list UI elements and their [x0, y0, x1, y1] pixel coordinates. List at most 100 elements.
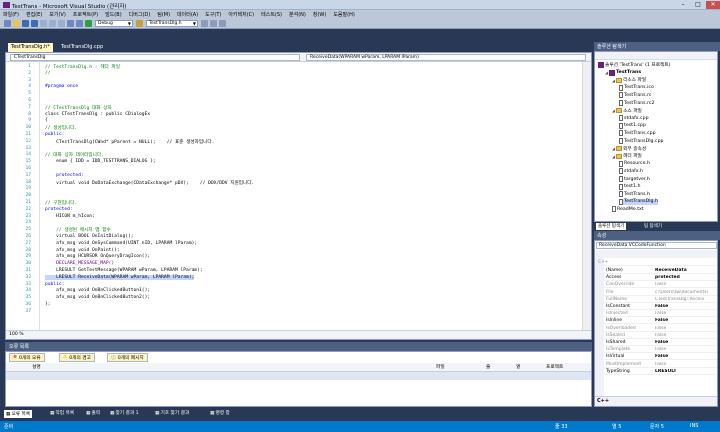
tree-node[interactable]: TestTransDlg.h	[619, 198, 658, 205]
zoom-level[interactable]: 100 %	[9, 332, 24, 337]
code-line[interactable]: // 구현입니다.	[45, 200, 77, 206]
toolbox-icon[interactable]	[219, 19, 226, 27]
code-line[interactable]: afx_msg void OnPaint();	[45, 248, 120, 253]
code-line[interactable]: {	[45, 118, 48, 123]
tree-node[interactable]: test1.h	[619, 183, 640, 190]
code-line[interactable]: afx_msg void OnSysCommand(UINT nID, LPAR…	[45, 241, 197, 246]
find-in-files-icon[interactable]	[136, 19, 143, 27]
property-row[interactable]: IsConstant False	[595, 303, 717, 310]
tree-node[interactable]: stdafx.cpp	[619, 115, 649, 122]
solution-explorer-icon[interactable]	[201, 19, 208, 27]
property-row[interactable]: MustImplement False	[595, 361, 717, 368]
properties-icon[interactable]	[210, 19, 217, 27]
open-file-icon[interactable]	[13, 19, 20, 27]
tab-testtransdlg-h[interactable]: TestTransDlg.h*	[8, 43, 53, 52]
code-line[interactable]: // 생성된 메시지 맵 함수	[45, 227, 111, 233]
errors-filter-button[interactable]: ⊗ 0개의 오류	[9, 353, 45, 362]
code-line[interactable]: };	[45, 302, 51, 307]
property-value[interactable]: False	[655, 362, 717, 367]
code-line[interactable]: // 대화 상자 데이터입니다.	[45, 152, 104, 158]
menu-help[interactable]: 도움말(H)	[333, 11, 354, 18]
tab-team-explorer[interactable]: 팀 탐색기	[642, 223, 664, 230]
property-value[interactable]: False	[655, 347, 717, 352]
property-value[interactable]: CTestTransDlg::Receiv	[655, 297, 717, 302]
new-project-icon[interactable]	[4, 19, 11, 27]
property-row[interactable]: IsTemplate False	[595, 346, 717, 354]
tab-solution-explorer[interactable]: 솔루션 탐색기	[596, 223, 627, 230]
property-row[interactable]: CanOverride False	[595, 281, 717, 289]
menu-view[interactable]: 보기(V)	[49, 11, 66, 18]
menu-data[interactable]: 데이터(A)	[177, 11, 198, 18]
tree-node[interactable]: TestTrans.h	[619, 191, 650, 198]
solution-config-select[interactable]: Debug ▼	[95, 19, 133, 27]
code-line[interactable]: enum { IDD = IDD_TESTTRANS_DIALOG };	[45, 159, 156, 164]
maximize-button[interactable]: □	[691, 1, 705, 9]
column-line[interactable]: 줄	[486, 364, 490, 370]
save-all-icon[interactable]	[31, 19, 38, 27]
tree-node[interactable]: test1.cpp	[619, 122, 646, 129]
expand-arrow-icon[interactable]: ◢	[612, 146, 615, 151]
property-row[interactable]: File c:\Users\tw\documents\	[595, 289, 717, 296]
property-value[interactable]: False	[655, 304, 717, 309]
tab-error-list[interactable]: ▦ 오류 목록	[4, 410, 33, 418]
cut-icon[interactable]	[40, 19, 47, 27]
menu-analyze[interactable]: 분석(N)	[289, 11, 306, 18]
property-row[interactable]: FullName CTestTransDlg::Receiv	[595, 296, 717, 303]
code-editor[interactable]: CTestTransDlg ReceiveData(WPARAM wParam,…	[5, 52, 592, 340]
tree-node[interactable]: ReadMe.txt	[612, 206, 644, 213]
code-line[interactable]: // TestTransDlg.h : 헤더 파일	[45, 64, 120, 70]
tree-node[interactable]: TestTrans.ico	[619, 84, 654, 91]
property-value[interactable]: False	[655, 354, 717, 359]
minimize-button[interactable]: –	[676, 1, 690, 9]
menu-window[interactable]: 창(W)	[313, 11, 326, 18]
vertical-scrollbar[interactable]	[582, 62, 591, 331]
horizontal-scrollbar[interactable]: 100 %	[6, 330, 591, 339]
property-value[interactable]: ReceiveData	[655, 268, 717, 273]
code-line[interactable]: // 생성입니다.	[45, 125, 77, 131]
menu-tools[interactable]: 도구(T)	[205, 11, 221, 18]
column-project[interactable]: 프로젝트	[546, 364, 563, 370]
warnings-filter-button[interactable]: ⚠ 0개의 경고	[59, 353, 95, 362]
tree-node[interactable]: Resource.h	[619, 160, 650, 167]
property-value[interactable]: False	[655, 333, 717, 338]
property-row[interactable]: IsOverloaded False	[595, 325, 717, 332]
menu-test[interactable]: 테스트(S)	[261, 11, 282, 18]
tree-node[interactable]: TestTrans.rc2	[619, 100, 655, 106]
property-value[interactable]: False	[655, 311, 717, 316]
copy-icon[interactable]	[49, 19, 56, 27]
member-select[interactable]: ReceiveData(WPARAM wParam, LPARAM lParam…	[306, 54, 586, 61]
tree-node[interactable]: ◢ 리소스 파일	[612, 77, 646, 83]
properties-object-select[interactable]: ReceiveData VCCodeFunction	[596, 242, 717, 249]
code-line[interactable]: afx_msg HCURSOR OnQueryDragIcon();	[45, 254, 150, 259]
tree-node[interactable]: stdafx.h	[619, 168, 643, 175]
code-line[interactable]: CTestTransDlg(CWnd* pParent = NULL); // …	[45, 139, 214, 145]
property-value[interactable]: False	[655, 282, 717, 287]
tab-command-window[interactable]: ▦ 명령 창	[210, 410, 230, 417]
code-line[interactable]: // CTestTransDlg 대화 상자	[45, 105, 112, 111]
menu-edit[interactable]: 편집(E)	[26, 11, 42, 18]
code-line[interactable]: virtual BOOL OnInitDialog();	[45, 234, 133, 239]
class-select[interactable]: CTestTransDlg	[10, 54, 300, 61]
property-value[interactable]: False	[655, 326, 717, 331]
code-line[interactable]: HICON m_hIcon;	[45, 214, 95, 219]
tree-node[interactable]: TestTrans.rc	[619, 92, 652, 99]
expand-arrow-icon[interactable]: ◢	[612, 154, 615, 159]
menu-architecture[interactable]: 아키텍처(C)	[228, 11, 254, 18]
code-line[interactable]: public:	[45, 282, 64, 287]
property-value[interactable]: False	[655, 340, 717, 345]
find-combo[interactable]: TestTransDlg.h ▼	[146, 19, 198, 27]
messages-filter-button[interactable]: ⓘ 0개의 메시지	[107, 353, 148, 362]
tree-node[interactable]: TestTrans.cpp	[619, 130, 656, 137]
property-row[interactable]: Access protected	[595, 274, 717, 282]
tab-testtransdlg-cpp[interactable]: TestTransDlg.cpp	[58, 43, 106, 52]
menu-debug[interactable]: 디버그(D)	[129, 11, 151, 18]
tab-find-symbol-results[interactable]: ▦ 기호 찾기 결과	[155, 410, 189, 417]
close-button[interactable]: ✕	[706, 1, 720, 9]
tree-node[interactable]: ◢ 외부 종속성	[612, 146, 646, 152]
tree-node[interactable]: TestTransDlg.cpp	[619, 138, 664, 144]
property-category[interactable]: C++	[595, 259, 717, 266]
column-file[interactable]: 파일	[436, 364, 445, 370]
paste-icon[interactable]	[58, 19, 65, 27]
tab-find-results-1[interactable]: ▦ 찾기 결과 1	[110, 410, 139, 417]
code-line[interactable]: LRESULT ReceiveData(WPARAM wParam, LPARA…	[45, 274, 195, 280]
